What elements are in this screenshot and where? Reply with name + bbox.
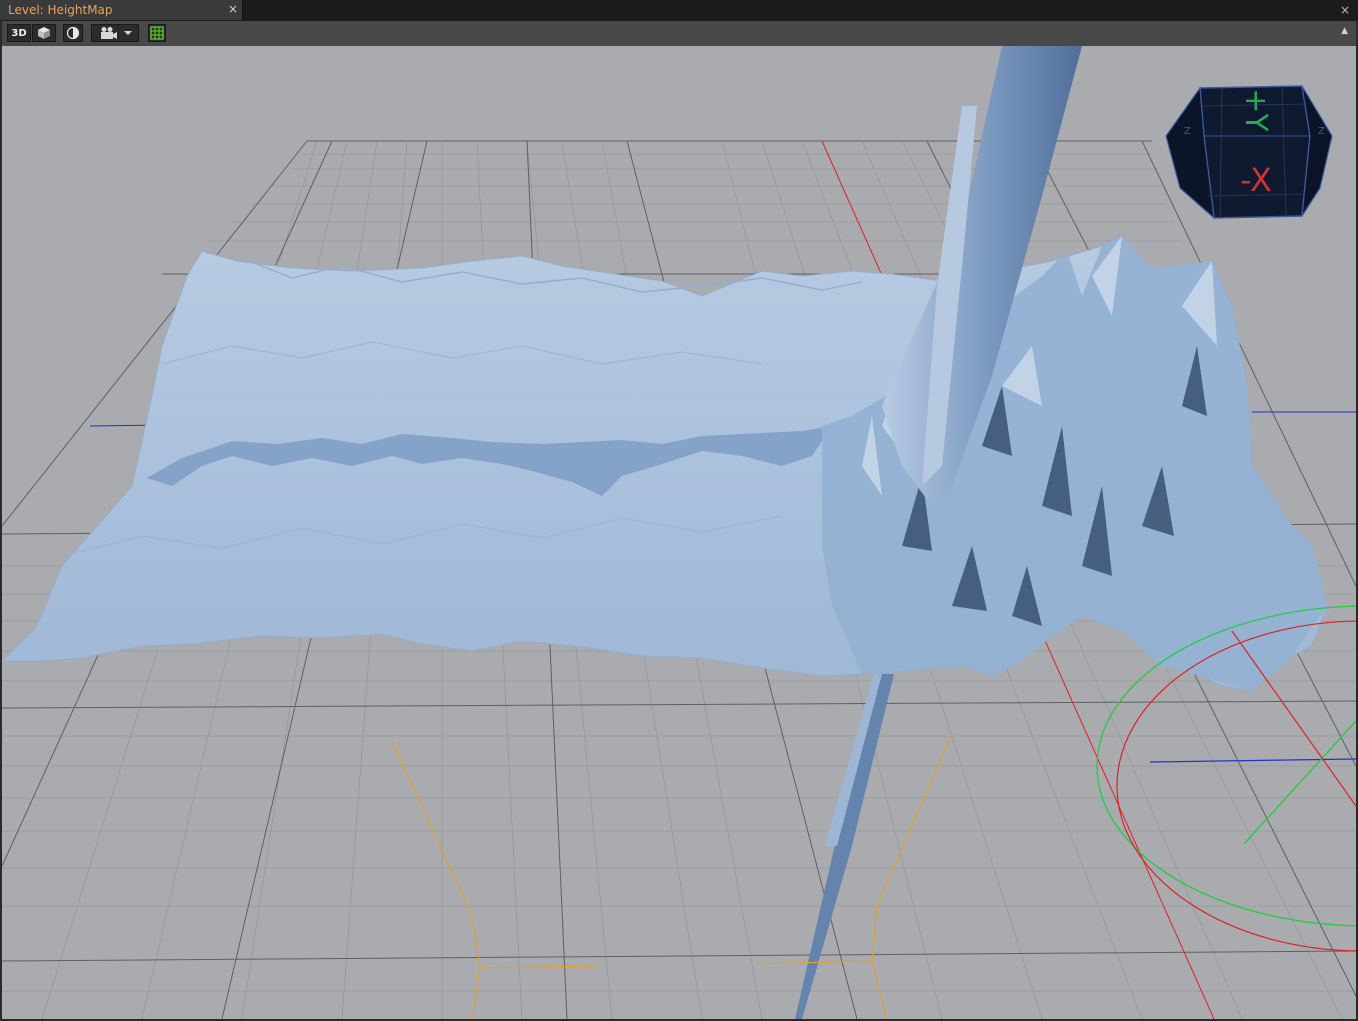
grid-icon — [150, 26, 164, 40]
view-cube-front-label: -X — [1240, 161, 1272, 199]
chevron-down-icon — [123, 31, 132, 35]
tab-level-heightmap[interactable]: Level: HeightMap × — [0, 0, 243, 20]
camera-dropdown-button[interactable] — [91, 24, 139, 42]
terrain-heightmap[interactable] — [2, 235, 1328, 692]
view-cube-left-label: Z — [1184, 126, 1191, 137]
half-sphere-icon — [66, 26, 80, 40]
scene-canvas[interactable] — [2, 46, 1356, 1019]
tab-close-icon[interactable]: × — [226, 2, 240, 16]
cube-icon — [38, 27, 50, 39]
tab-title: Level: HeightMap — [8, 3, 113, 17]
view-cube-top-label: +Y — [1238, 88, 1273, 132]
view-cube-right-label: Z — [1318, 126, 1325, 137]
view-mode-3d-button[interactable]: 3D — [7, 24, 31, 42]
perspective-toggle-button[interactable] — [32, 24, 56, 42]
viewport-toolbar: 3D ▲ — [2, 21, 1356, 47]
view-mode-label: 3D — [11, 27, 27, 39]
view-cube[interactable]: +Y -X Z Z — [1162, 76, 1352, 226]
collapse-toolbar-icon[interactable]: ▲ — [1341, 26, 1348, 36]
shading-toggle-button[interactable] — [63, 24, 83, 42]
close-icon[interactable]: × — [1338, 3, 1352, 17]
3d-viewport[interactable]: +Y -X Z Z — [2, 46, 1356, 1019]
camera-icon — [100, 27, 117, 39]
document-tab-bar: Level: HeightMap × × — [0, 0, 1358, 21]
grid-toggle-button[interactable] — [148, 24, 166, 42]
